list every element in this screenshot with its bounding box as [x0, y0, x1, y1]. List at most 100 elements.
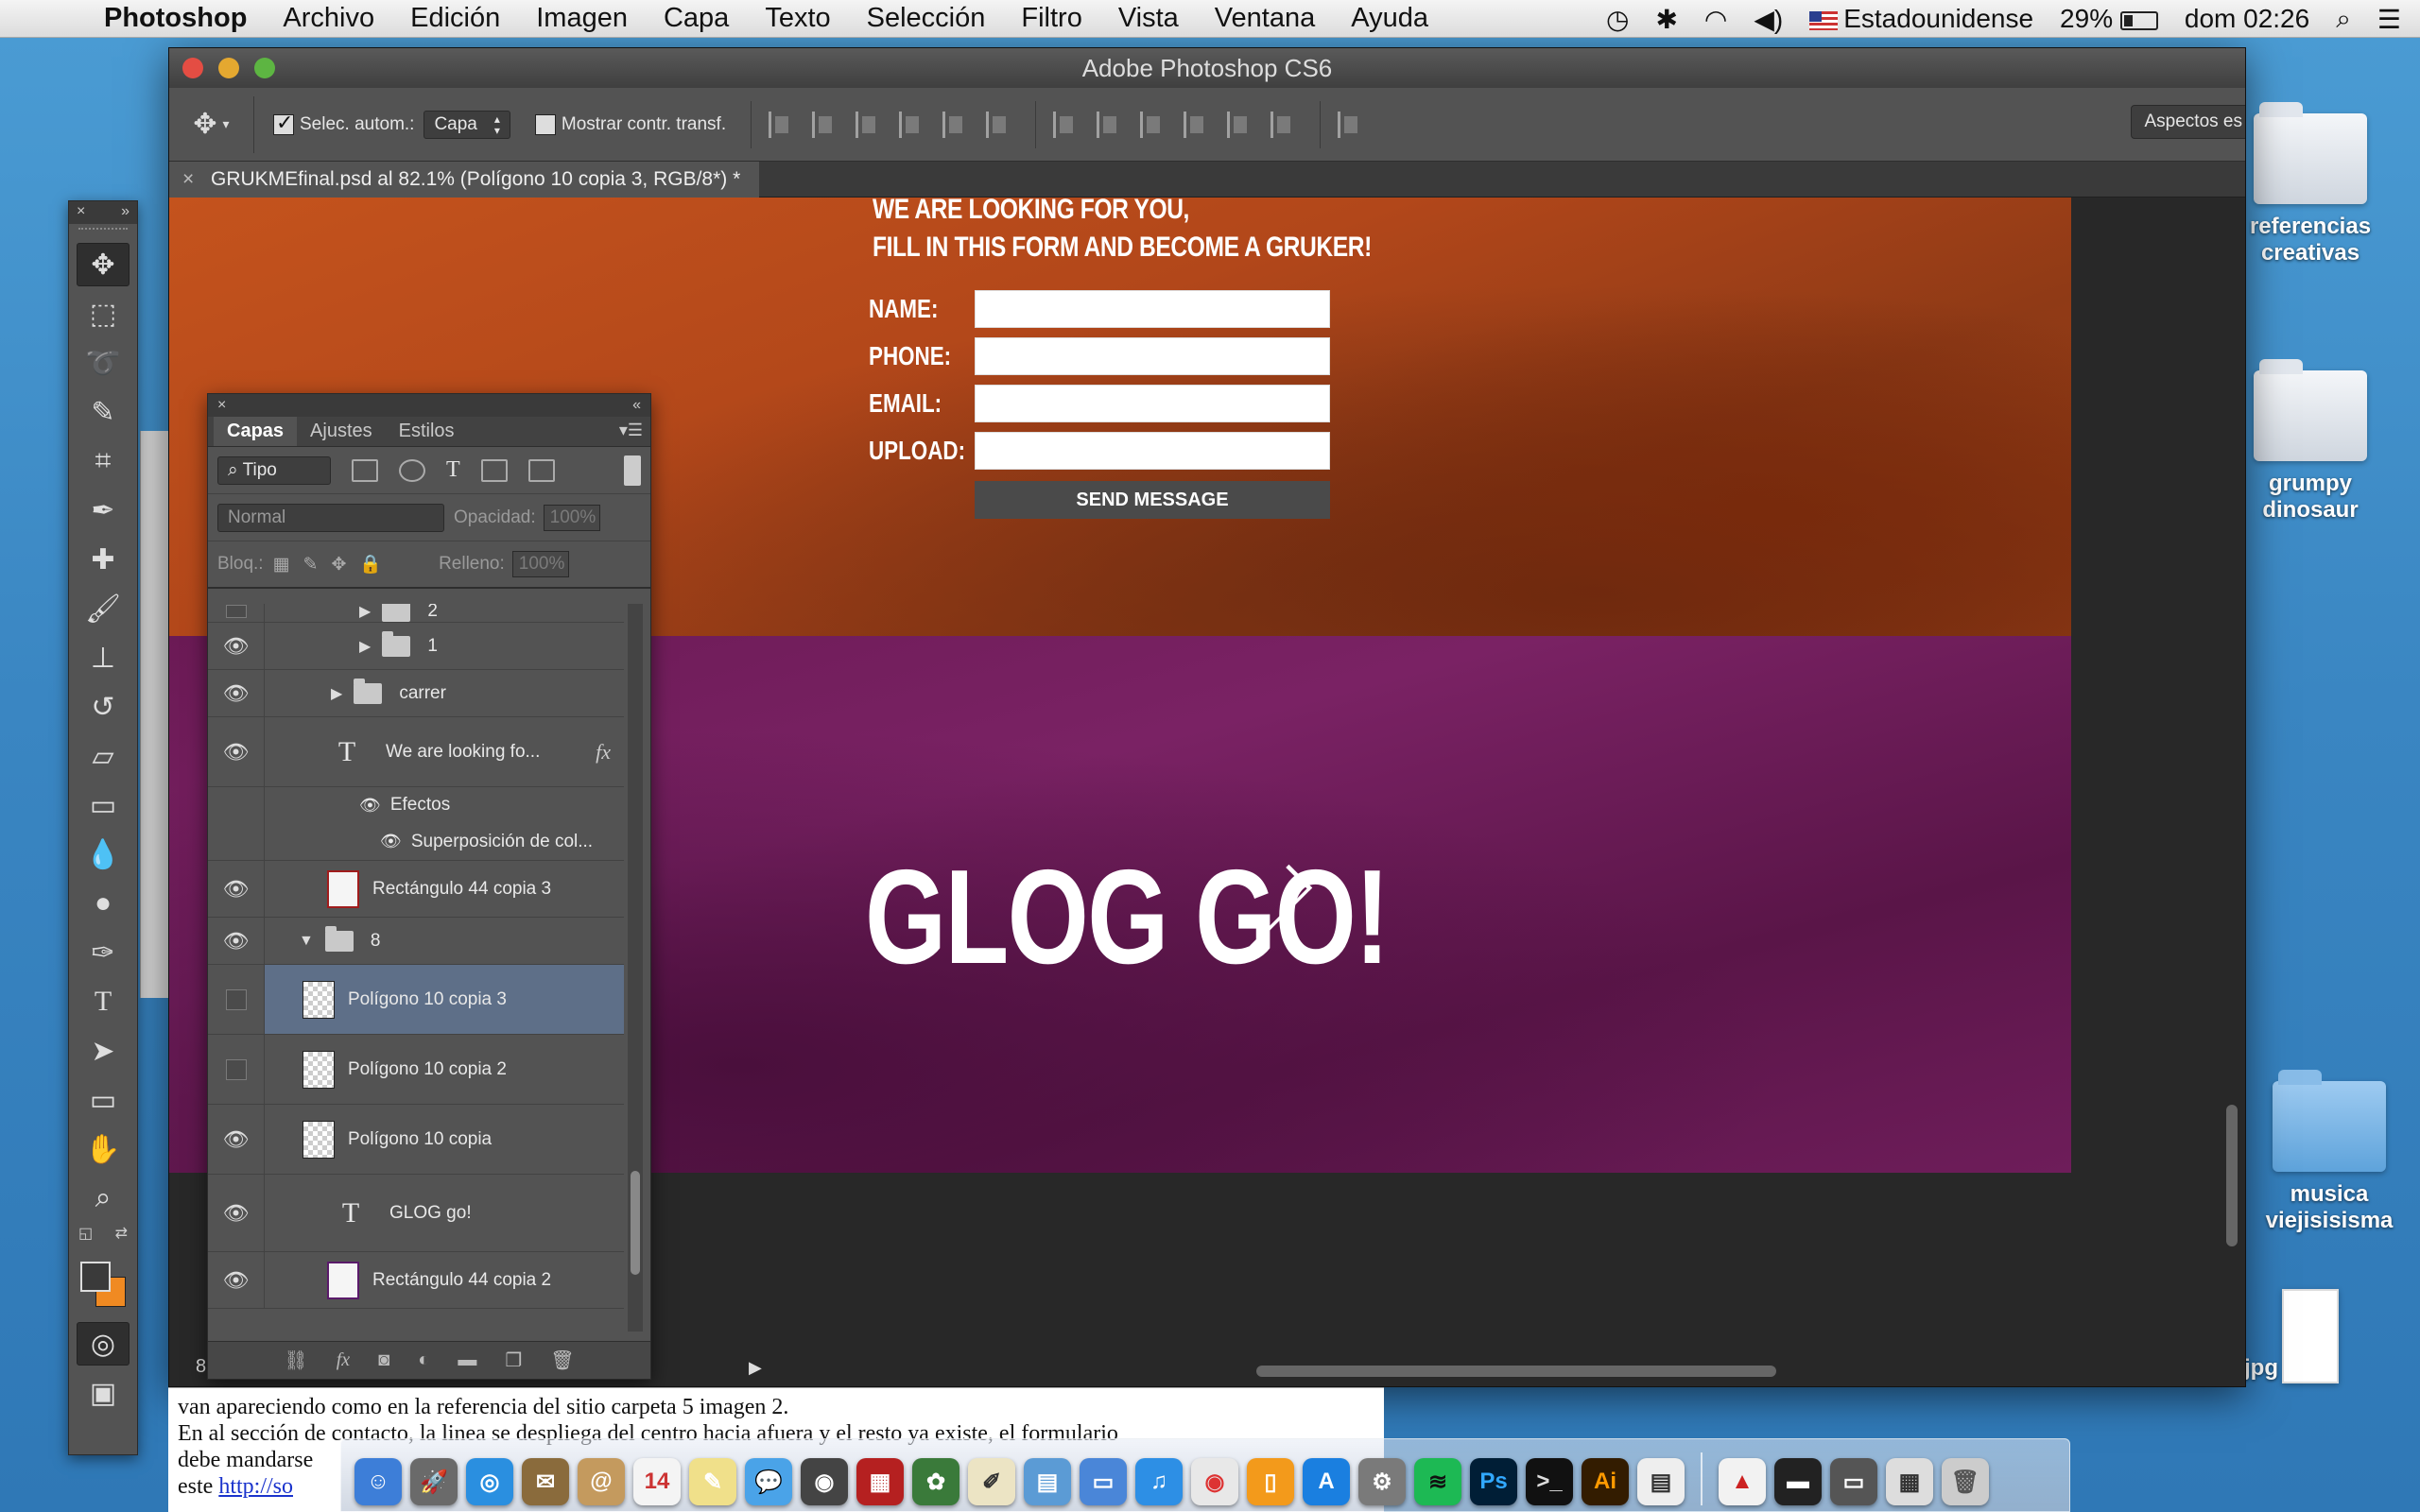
- close-tab-icon[interactable]: ×: [182, 162, 194, 198]
- shape-tool[interactable]: ▭: [77, 1078, 130, 1122]
- background-document-window[interactable]: [140, 431, 170, 998]
- auto-select-dropdown[interactable]: Capa: [424, 110, 510, 139]
- tools-panel-header[interactable]: ×»: [69, 201, 137, 224]
- distribute-left-icon[interactable]: [1184, 111, 1208, 138]
- spotify-icon[interactable]: ≋: [1414, 1458, 1461, 1505]
- zoom-tool[interactable]: ⌕: [77, 1177, 130, 1220]
- minimize-window-button[interactable]: [218, 58, 239, 78]
- facetime-icon[interactable]: ◉: [801, 1458, 848, 1505]
- align-bottom-icon[interactable]: [856, 111, 880, 138]
- layer-row-rect-44-copia-2[interactable]: 👁 Rectángulo 44 copia 2: [208, 1252, 624, 1309]
- menu-vista[interactable]: Vista: [1118, 3, 1179, 34]
- layers-scrollbar[interactable]: [628, 604, 643, 1332]
- dodge-tool[interactable]: ●: [77, 882, 130, 925]
- eraser-tool[interactable]: ▱: [77, 734, 130, 778]
- move-tool-preset-picker[interactable]: ✥ ▾: [169, 95, 254, 153]
- crop-tool[interactable]: ⌗: [77, 439, 130, 483]
- workspace-switcher-button[interactable]: Aspectos es: [2130, 105, 2245, 139]
- layer-row-group-1[interactable]: 👁 ▶ 1: [208, 623, 624, 670]
- launchpad-icon[interactable]: 🚀: [410, 1458, 458, 1505]
- itunes-icon[interactable]: ♫: [1135, 1458, 1183, 1505]
- menu-app-name[interactable]: Photoshop: [104, 3, 247, 34]
- distribute-horizontal-center-icon[interactable]: [1227, 111, 1252, 138]
- default-colors-icon[interactable]: ◱: [78, 1224, 93, 1243]
- menu-filtro[interactable]: Filtro: [1021, 3, 1081, 34]
- spotlight-icon[interactable]: ⌕: [2336, 4, 2351, 35]
- expand-arrow-icon[interactable]: ▶: [331, 684, 342, 703]
- tab-ajustes[interactable]: Ajustes: [297, 417, 386, 446]
- new-group-icon[interactable]: ▬: [458, 1349, 476, 1371]
- layer-row-group-carrer[interactable]: 👁 ▶ carrer: [208, 670, 624, 717]
- filter-kind-dropdown[interactable]: ⌕ Tipo: [217, 455, 331, 485]
- eye-icon[interactable]: 👁: [380, 832, 402, 851]
- mail-icon[interactable]: ✉: [522, 1458, 569, 1505]
- lock-transparent-icon[interactable]: ▦: [273, 554, 290, 576]
- adjustment-layer-icon[interactable]: ◐: [418, 1349, 429, 1371]
- filter-pixel-icon[interactable]: [352, 458, 378, 482]
- healing-brush-tool[interactable]: ✚: [77, 538, 130, 581]
- menu-archivo[interactable]: Archivo: [283, 3, 374, 34]
- canvas-vertical-scrollbar[interactable]: [2226, 1105, 2238, 1246]
- eye-icon[interactable]: 👁: [208, 623, 265, 669]
- messages-icon[interactable]: 💬: [745, 1458, 792, 1505]
- hand-tool[interactable]: ✋: [77, 1127, 130, 1171]
- layer-row-poligono-10-copia-3[interactable]: Polígono 10 copia 3: [208, 965, 624, 1035]
- photo-booth-icon[interactable]: ▦: [856, 1458, 904, 1505]
- auto-select-checkbox[interactable]: [273, 111, 294, 135]
- input-source-menu[interactable]: Estadounidense: [1809, 4, 2033, 34]
- lock-all-icon[interactable]: 🔒: [359, 553, 382, 576]
- type-tool[interactable]: T: [77, 980, 130, 1023]
- opacity-input[interactable]: 100%: [543, 504, 600, 531]
- keynote-icon[interactable]: ▭: [1080, 1458, 1127, 1505]
- close-window-button[interactable]: [182, 58, 203, 78]
- tab-estilos[interactable]: Estilos: [386, 417, 468, 446]
- battery-menu[interactable]: 29%: [2060, 4, 2158, 34]
- layer-row-group-8[interactable]: 👁 ▼ 8: [208, 918, 624, 965]
- downloads-stack-icon[interactable]: ▭: [1830, 1458, 1877, 1505]
- new-layer-icon[interactable]: ❐: [505, 1349, 522, 1372]
- illustrator-dock-icon[interactable]: Ai: [1582, 1458, 1629, 1505]
- fx-icon[interactable]: fx: [337, 1349, 350, 1371]
- zoom-window-button[interactable]: [254, 58, 275, 78]
- clone-stamp-tool[interactable]: ⊥: [77, 636, 130, 679]
- menu-seleccion[interactable]: Selección: [867, 3, 986, 34]
- stickies-icon[interactable]: ✐: [968, 1458, 1015, 1505]
- filter-type-icon[interactable]: T: [446, 457, 460, 483]
- align-top-icon[interactable]: [769, 111, 793, 138]
- eyedropper-tool[interactable]: ✒: [77, 489, 130, 532]
- calendar-icon[interactable]: 14: [633, 1458, 681, 1505]
- contacts-icon[interactable]: @: [578, 1458, 625, 1505]
- fx-icon[interactable]: fx: [596, 740, 611, 765]
- trash-icon[interactable]: 🗑: [550, 1349, 574, 1372]
- menu-imagen[interactable]: Imagen: [536, 3, 628, 34]
- filter-toggle[interactable]: [624, 455, 641, 486]
- pen-tool[interactable]: ✑: [77, 931, 130, 974]
- panel-grip[interactable]: [78, 228, 128, 237]
- folder-stack-icon[interactable]: ▦: [1886, 1458, 1933, 1505]
- distribute-bottom-icon[interactable]: [1140, 111, 1165, 138]
- ibooks-icon[interactable]: ▯: [1247, 1458, 1294, 1505]
- wifi-icon[interactable]: ◠: [1704, 4, 1727, 35]
- layer-row-rect-44-copia-3[interactable]: 👁 Rectángulo 44 copia 3: [208, 861, 624, 918]
- collapse-icon[interactable]: »: [121, 203, 130, 222]
- close-icon[interactable]: ×: [77, 203, 85, 222]
- eye-icon[interactable]: 👁: [208, 1105, 265, 1174]
- eye-icon[interactable]: 👁: [208, 1175, 265, 1251]
- align-right-icon[interactable]: [986, 111, 1011, 138]
- distribute-right-icon[interactable]: [1270, 111, 1295, 138]
- system-preferences-icon[interactable]: ⚙: [1358, 1458, 1406, 1505]
- layer-effects-row[interactable]: 👁 Efectos: [208, 787, 624, 823]
- trash-icon[interactable]: 🗑: [1942, 1458, 1989, 1505]
- show-transform-checkbox[interactable]: [534, 113, 556, 135]
- document-tab[interactable]: × GRUKMEfinal.psd al 82.1% (Polígono 10 …: [169, 162, 760, 198]
- document-icon[interactable]: ▤: [1637, 1458, 1685, 1505]
- expand-arrow-icon[interactable]: ▶: [359, 637, 371, 656]
- layer-row-text-we-are-looking[interactable]: 👁 T We are looking fo... fx: [208, 717, 624, 787]
- menu-ventana[interactable]: Ventana: [1215, 3, 1315, 34]
- quick-mask-button[interactable]: ◎: [77, 1322, 130, 1366]
- panel-menu-icon[interactable]: ▾☰: [619, 421, 643, 440]
- gradient-tool[interactable]: ▭: [77, 783, 130, 827]
- visibility-toggle[interactable]: [208, 1035, 265, 1104]
- volume-icon[interactable]: ◀): [1754, 4, 1783, 35]
- layer-row-glog-go[interactable]: 👁 T GLOG go!: [208, 1175, 624, 1252]
